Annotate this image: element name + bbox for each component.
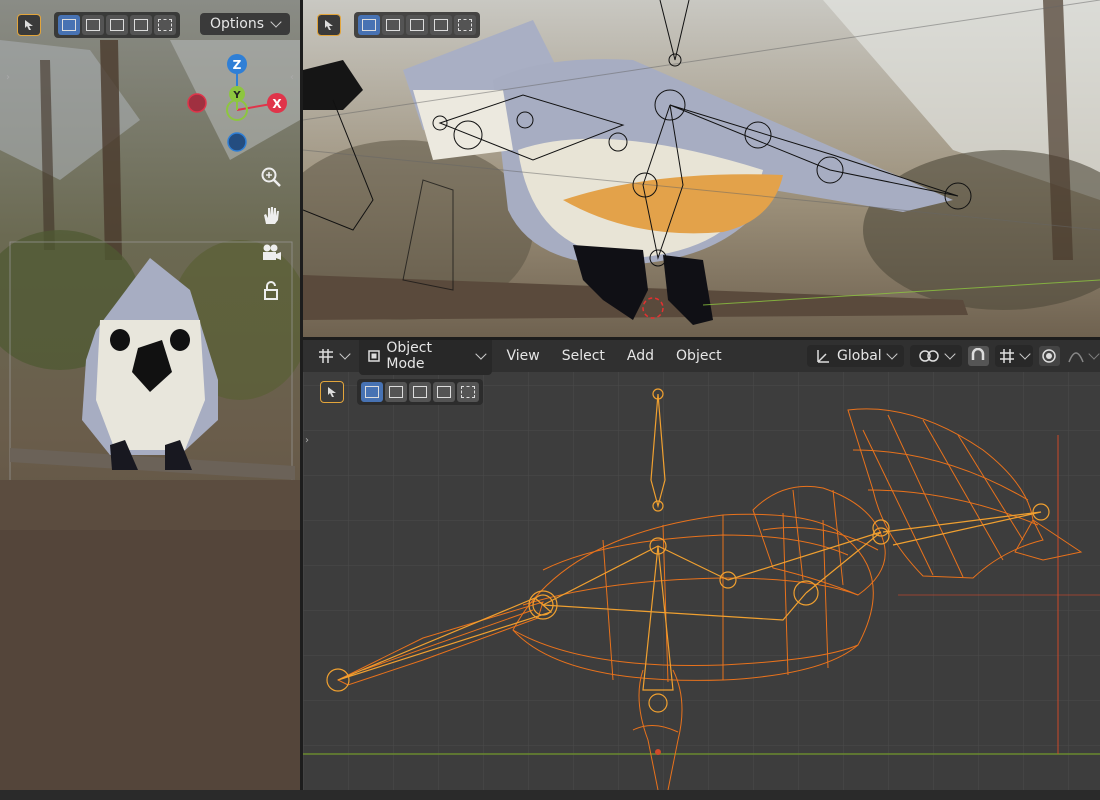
render-select-new-button[interactable] — [358, 15, 380, 35]
select-new-icon — [365, 386, 379, 398]
menu-object[interactable]: Object — [668, 344, 730, 368]
chevron-down-icon — [1019, 348, 1031, 360]
mode-dropdown[interactable]: Object Mode — [359, 340, 493, 375]
select-intersect-button[interactable] — [154, 15, 176, 35]
pivot-icon — [918, 350, 939, 362]
cursor-icon — [25, 20, 33, 30]
x-axis-label: X — [272, 97, 282, 111]
chevron-down-icon — [1088, 348, 1100, 360]
wire-select-new-button[interactable] — [361, 382, 383, 402]
expand-arrow-icon[interactable]: › — [6, 72, 10, 83]
render-scene — [303, 0, 1100, 337]
pivot-dropdown[interactable] — [909, 345, 962, 367]
select-extend-icon — [386, 19, 400, 31]
magnet-icon — [972, 348, 985, 360]
wireframe-scene — [303, 340, 1100, 790]
render-selection-mode-group — [354, 12, 480, 38]
select-extend-icon — [86, 19, 100, 31]
wire-select-tool-button[interactable] — [320, 381, 344, 403]
wire-select-intersect-button[interactable] — [457, 382, 479, 402]
menu-view[interactable]: View — [498, 344, 547, 368]
render-select-subtract-button[interactable] — [406, 15, 428, 35]
wireframe-viewport[interactable]: Object Mode View Select Add Object Globa… — [303, 340, 1100, 790]
expand-arrow-icon[interactable]: › — [305, 435, 309, 446]
mode-label: Object Mode — [386, 340, 432, 372]
neg-x-axis-handle[interactable] — [187, 93, 207, 113]
select-new-button[interactable] — [58, 15, 80, 35]
status-strip — [0, 790, 1100, 800]
cursor-icon — [325, 20, 333, 30]
hand-icon[interactable] — [258, 202, 284, 228]
options-dropdown[interactable]: Options — [199, 13, 290, 35]
select-subtract-icon — [110, 19, 124, 31]
neg-z-axis-handle[interactable] — [227, 132, 247, 152]
render-select-intersect-button[interactable] — [454, 15, 476, 35]
cursor-icon — [328, 387, 336, 397]
select-extend-button[interactable] — [82, 15, 104, 35]
chevron-down-icon — [339, 348, 351, 360]
render-select-extend-button[interactable] — [382, 15, 404, 35]
proportional-edit-toggle[interactable] — [1038, 346, 1060, 366]
snap-grid-icon — [999, 349, 1014, 363]
wire-selection-mode-group — [357, 379, 483, 405]
orientation-dropdown[interactable]: Global — [807, 345, 904, 367]
axes-icon — [319, 349, 333, 363]
camera-icon[interactable] — [258, 240, 284, 266]
select-new-icon — [62, 19, 76, 31]
wire-select-invert-button[interactable] — [433, 382, 455, 402]
select-invert-icon — [437, 386, 451, 398]
render-select-invert-button[interactable] — [430, 15, 452, 35]
z-axis-label: Z — [233, 58, 242, 72]
chevron-down-icon — [270, 16, 282, 28]
selection-mode-group — [54, 12, 180, 38]
menu-add[interactable]: Add — [619, 344, 662, 368]
select-intersect-icon — [458, 19, 472, 31]
select-extend-icon — [389, 386, 403, 398]
select-invert-icon — [134, 19, 148, 31]
chevron-down-icon — [886, 348, 898, 360]
editor-type-dropdown[interactable] — [313, 345, 353, 367]
snap-target-dropdown[interactable] — [994, 345, 1033, 367]
wireframe-tool-header — [320, 377, 1100, 407]
select-subtract-icon — [413, 386, 427, 398]
select-intersect-icon — [461, 386, 475, 398]
snap-toggle[interactable] — [967, 346, 989, 366]
orientation-label: Global — [837, 348, 882, 364]
proportional-edit-icon — [1042, 349, 1057, 363]
object-mode-icon — [368, 350, 380, 362]
falloff-dropdown[interactable] — [1066, 345, 1100, 367]
y-axis-label: Y — [232, 90, 241, 101]
lock-icon[interactable] — [258, 278, 284, 304]
select-invert-button[interactable] — [130, 15, 152, 35]
select-subtract-icon — [410, 19, 424, 31]
select-subtract-button[interactable] — [106, 15, 128, 35]
chevron-down-icon — [475, 348, 487, 360]
zoom-icon[interactable] — [258, 164, 284, 190]
navigation-gizmo[interactable]: Z X Y — [180, 50, 300, 160]
menu-select[interactable]: Select — [554, 344, 613, 368]
wire-select-extend-button[interactable] — [385, 382, 407, 402]
viewport-menu-bar: Object Mode View Select Add Object Globa… — [303, 340, 1100, 375]
select-tool-button[interactable] — [17, 14, 41, 36]
wire-select-subtract-button[interactable] — [409, 382, 431, 402]
select-intersect-icon — [158, 19, 172, 31]
camera-viewport[interactable]: Options ‹ › Z X Y — [0, 0, 303, 790]
render-header — [317, 10, 1100, 40]
select-invert-icon — [434, 19, 448, 31]
render-select-tool-button[interactable] — [317, 14, 341, 36]
render-viewport[interactable] — [303, 0, 1100, 337]
options-label: Options — [209, 16, 264, 32]
chevron-down-icon — [944, 348, 956, 360]
select-new-icon — [362, 19, 376, 31]
falloff-curve-icon — [1068, 352, 1084, 363]
orientation-icon — [817, 350, 830, 363]
